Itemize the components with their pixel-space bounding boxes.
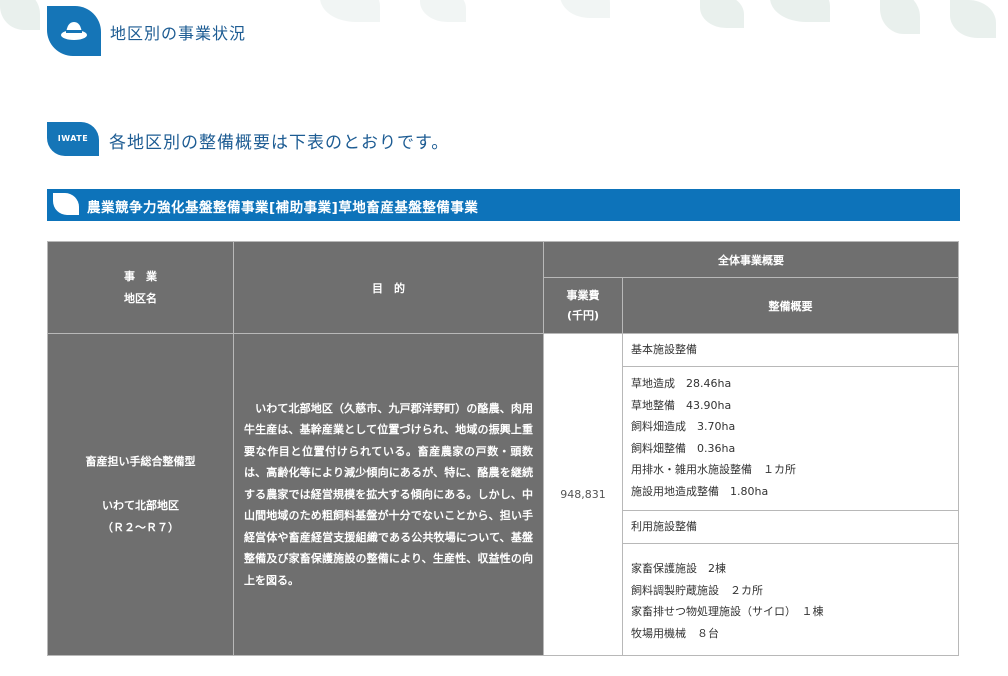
basic-facility-list: 草地造成 28.46ha 草地整備 43.90ha 飼料畑造成 3.70ha 飼…	[623, 367, 958, 511]
table-row: 畜産担い手総合整備型 いわて北部地区 （Ｒ２～Ｒ７） いわて北部地区（久慈市、九…	[47, 333, 959, 656]
iwate-badge: IWATE	[47, 122, 99, 156]
maintenance-cell: 基本施設整備 草地造成 28.46ha 草地整備 43.90ha 飼料畑造成 3…	[622, 333, 959, 656]
header-district-line2: 地区名	[124, 291, 157, 305]
basic-facility-title: 基本施設整備	[623, 334, 958, 367]
background-leaf	[0, 0, 40, 30]
header-cost-line2: (千円)	[566, 308, 600, 322]
list-item: 牧場用機械 ８台	[631, 626, 719, 640]
list-item: 草地造成 28.46ha	[631, 377, 732, 390]
background-leaf	[560, 0, 610, 18]
header-badge	[47, 6, 101, 56]
page-title: 地区別の事業状況	[110, 24, 247, 43]
section-title: 農業競争力強化基盤整備事業[補助事業]草地畜産基盤整備事業	[87, 200, 479, 216]
cost-cell: 948,831	[543, 333, 623, 656]
district-table: 事 業 地区名 目 的 全体事業概要 事業費 (千円) 整備概要 畜産担い手総合…	[47, 241, 959, 656]
header-overview: 全体事業概要	[543, 241, 959, 278]
list-item: 家畜保護施設 2棟	[631, 562, 726, 575]
purpose-cell: いわて北部地区（久慈市、九戸郡洋野町）の酪農、肉用牛生産は、基幹産業として位置づ…	[233, 333, 544, 656]
background-leaf	[700, 0, 744, 28]
background-leaf	[880, 0, 920, 34]
list-item: 飼料畑整備 0.36ha	[631, 441, 736, 455]
header-maintenance: 整備概要	[622, 277, 959, 334]
district-period: （Ｒ２～Ｒ７）	[102, 520, 179, 534]
list-item: 飼料畑造成 3.70ha	[631, 420, 736, 433]
summary-heading: 各地区別の整備概要は下表のとおりです。	[109, 133, 450, 153]
background-leaf	[320, 0, 380, 22]
purpose-text: いわて北部地区（久慈市、九戸郡洋野町）の酪農、肉用牛生産は、基幹産業として位置づ…	[244, 401, 533, 587]
list-item: 草地整備 43.90ha	[631, 398, 732, 412]
header-cost-line1: 事業費	[566, 288, 600, 302]
background-leaf	[950, 0, 996, 38]
section-header-bar: 農業競争力強化基盤整備事業[補助事業]草地畜産基盤整備事業	[47, 189, 960, 221]
list-item: 用排水・雑用水施設整備 １カ所	[631, 463, 796, 476]
list-item: 施設用地造成整備 1.80ha	[631, 484, 769, 498]
background-leaf	[420, 0, 466, 22]
use-facility-title: 利用施設整備	[623, 511, 958, 544]
list-item: 飼料調製貯蔵施設 ２カ所	[631, 583, 763, 597]
background-leaf	[770, 0, 830, 22]
district-type: 畜産担い手総合整備型	[85, 454, 196, 468]
district-name: いわて北部地区	[102, 498, 179, 512]
list-item: 家畜排せつ物処理施設（サイロ） １棟	[631, 605, 824, 618]
header-cost: 事業費 (千円)	[543, 277, 623, 334]
district-cell: 畜産担い手総合整備型 いわて北部地区 （Ｒ２～Ｒ７）	[47, 333, 234, 656]
leaf-icon	[53, 193, 79, 215]
header-purpose: 目 的	[233, 241, 544, 334]
header-district: 事 業 地区名	[47, 241, 234, 334]
use-facility-list: 家畜保護施設 2棟 飼料調製貯蔵施設 ２カ所 家畜排せつ物処理施設（サイロ） １…	[623, 544, 958, 652]
hat-icon	[61, 22, 87, 40]
header-district-line1: 事 業	[124, 269, 157, 283]
